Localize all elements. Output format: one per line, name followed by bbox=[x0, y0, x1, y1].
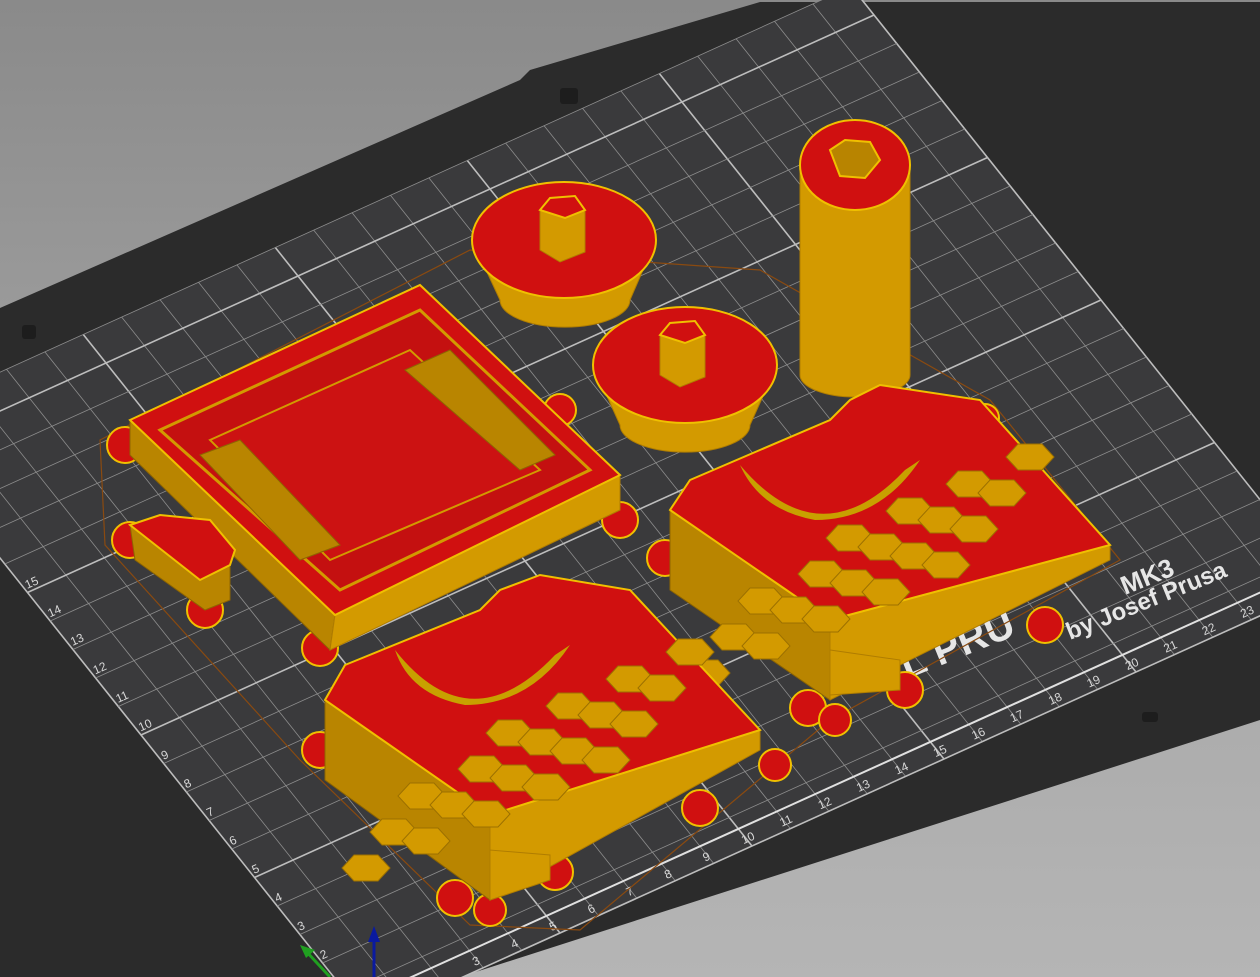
object-tube[interactable] bbox=[799, 119, 911, 398]
3d-preview-viewport[interactable]: 3456789101112131415161718192021222323456… bbox=[0, 0, 1260, 977]
